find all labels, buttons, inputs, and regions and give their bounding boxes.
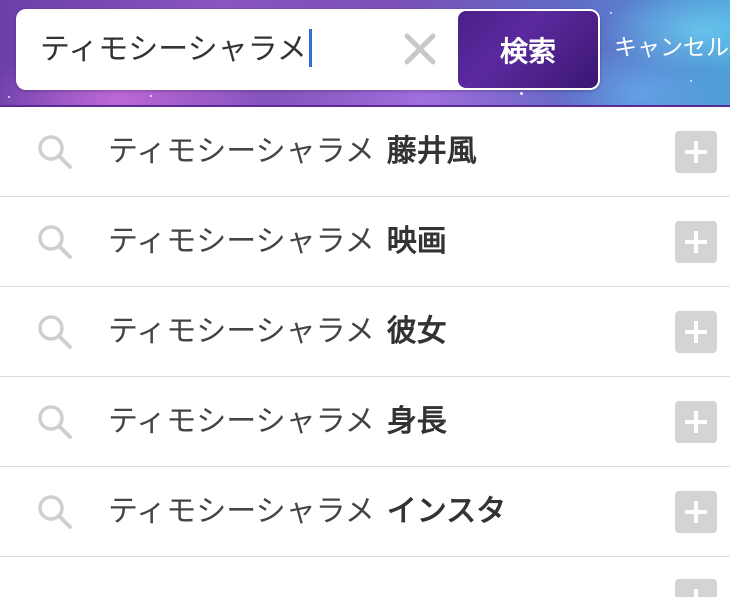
suggestion-prefix: ティモシーシャラメ (108, 224, 375, 259)
suggestion-item[interactable]: ティモシーシャラメ インスタ (0, 467, 730, 557)
suggestion-list: ティモシーシャラメ 藤井風 ティモシーシャラメ 映画 ティモシーシャラメ 彼女 ティモ… (0, 107, 730, 611)
plus-icon[interactable] (675, 311, 717, 353)
plus-icon[interactable] (675, 491, 717, 533)
suggestion-text: ティモシーシャラメ 彼女 (108, 311, 447, 353)
search-icon (38, 405, 72, 439)
search-input[interactable]: ティモシーシャラメ (40, 29, 380, 69)
search-icon (38, 315, 72, 349)
suggestion-text: ティモシーシャラメ 身長 (108, 401, 447, 443)
suggestion-suffix: 藤井風 (386, 134, 477, 169)
clear-button[interactable] (402, 31, 438, 67)
suggestion-text: ティモシーシャラメ インスタ (108, 491, 506, 533)
plus-icon[interactable] (675, 401, 717, 443)
suggestion-item[interactable]: ティモシーシャラメ 身長 (0, 377, 730, 467)
search-submit-label: 検索 (499, 34, 556, 68)
star-decoration (690, 80, 692, 82)
plus-icon[interactable] (675, 221, 717, 263)
text-caret (308, 29, 312, 67)
star-decoration (610, 12, 612, 14)
search-query-text: ティモシーシャラメ (40, 32, 307, 67)
suggestion-item-partial[interactable] (0, 557, 730, 611)
search-box: ティモシーシャラメ 検索 (16, 9, 600, 90)
suggestion-suffix: 身長 (386, 404, 447, 439)
suggestion-prefix: ティモシーシャラメ (108, 134, 375, 169)
close-icon (404, 33, 436, 65)
plus-icon[interactable] (675, 131, 717, 173)
star-decoration (150, 95, 152, 97)
suggestion-item[interactable]: ティモシーシャラメ 彼女 (0, 287, 730, 377)
suggestion-suffix: インスタ (386, 494, 507, 529)
suggestion-item[interactable]: ティモシーシャラメ 映画 (0, 197, 730, 287)
search-submit-button[interactable]: 検索 (458, 11, 598, 88)
suggestion-suffix: 彼女 (386, 314, 447, 349)
suggestion-suffix: 映画 (386, 224, 447, 259)
search-header: ティモシーシャラメ 検索 キャンセル (0, 0, 730, 107)
suggestion-text: ティモシーシャラメ 藤井風 (108, 131, 477, 173)
plus-icon[interactable] (675, 579, 717, 611)
search-icon (38, 495, 72, 529)
search-icon (38, 135, 72, 169)
cancel-button[interactable]: キャンセル (614, 30, 729, 66)
suggestion-text: ティモシーシャラメ 映画 (108, 221, 447, 263)
suggestion-prefix: ティモシーシャラメ (108, 314, 375, 349)
suggestion-prefix: ティモシーシャラメ (108, 494, 375, 529)
suggestion-prefix: ティモシーシャラメ (108, 404, 375, 439)
suggestion-item[interactable]: ティモシーシャラメ 藤井風 (0, 107, 730, 197)
search-icon (38, 225, 72, 259)
star-decoration (520, 92, 523, 95)
star-decoration (8, 96, 10, 98)
